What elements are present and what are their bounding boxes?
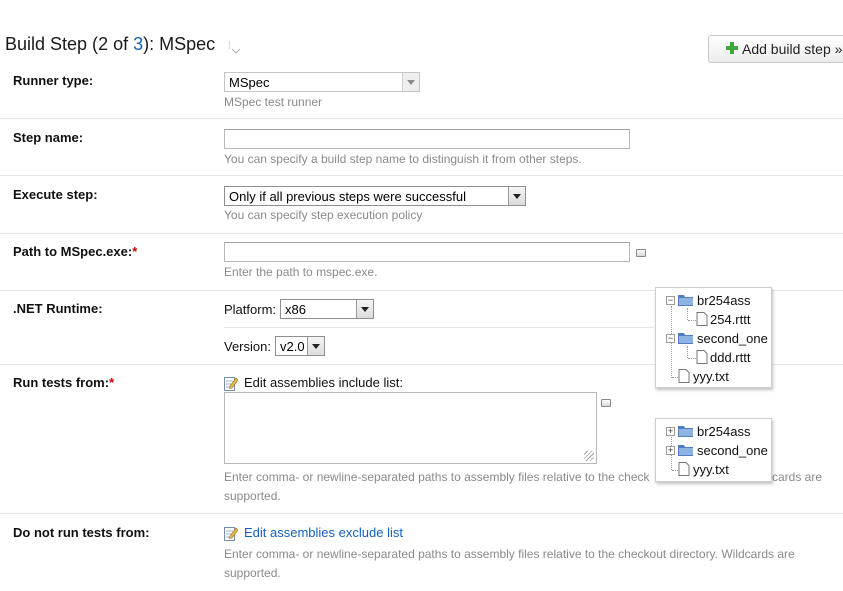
collapse-toggle-icon[interactable]: − xyxy=(666,296,675,305)
run-tests-from-label: Run tests from:* xyxy=(13,375,114,390)
expand-toggle-icon[interactable]: + xyxy=(666,427,675,436)
folder-icon xyxy=(678,426,693,437)
execute-step-select[interactable]: Only if all previous steps were successf… xyxy=(224,186,526,206)
tree-item-label: yyy.txt xyxy=(693,462,729,477)
step-current: 2 xyxy=(98,34,109,54)
run-tests-from-label-text: Run tests from: xyxy=(13,375,110,390)
chevron-down-icon xyxy=(402,73,419,91)
tree-item-label: second_one xyxy=(697,331,768,346)
expand-toggle-icon[interactable]: + xyxy=(666,446,675,455)
tree-file-254-rttt[interactable]: 254.rttt xyxy=(656,311,771,329)
title-suffix: ): MSpec xyxy=(143,34,216,54)
tree-folder-second-one[interactable]: − second_one xyxy=(656,330,771,348)
platform-select[interactable]: x86 xyxy=(280,299,374,319)
net-runtime-label: .NET Runtime: xyxy=(13,301,103,316)
divider xyxy=(224,327,654,328)
platform-label: Platform: xyxy=(224,302,277,317)
add-build-step-button[interactable]: Add build step » xyxy=(708,35,843,63)
run-tests-hint-line1: Enter comma- or newline-separated paths … xyxy=(224,468,822,487)
runner-type-label: Runner type: xyxy=(13,73,94,88)
version-value: v2.0 xyxy=(280,339,305,354)
execute-step-hint: You can specify step execution policy xyxy=(224,208,423,222)
step-name-input[interactable] xyxy=(224,129,630,149)
runner-type-hint: MSpec test runner xyxy=(224,95,323,109)
mspec-path-label-text: Path to MSpec.exe: xyxy=(13,244,133,259)
divider xyxy=(0,513,843,514)
do-not-run-label: Do not run tests from: xyxy=(13,525,150,540)
execute-step-label: Execute step: xyxy=(13,187,98,202)
divider xyxy=(0,175,843,176)
file-icon xyxy=(696,350,708,364)
title-prefix: Build Step ( xyxy=(5,34,99,54)
edit-exclude-list-link[interactable]: Edit assemblies exclude list xyxy=(224,525,403,541)
edit-document-icon xyxy=(224,377,238,391)
title-of: of xyxy=(108,34,134,54)
chevron-down-icon xyxy=(307,337,324,355)
plus-icon xyxy=(726,42,738,54)
resize-grip-icon[interactable] xyxy=(584,451,594,461)
run-tests-hint-text: Enter comma- or newline-separated paths … xyxy=(224,470,650,484)
platform-value: x86 xyxy=(285,302,306,317)
chevron-down-icon xyxy=(508,187,525,205)
include-assemblies-textarea[interactable] xyxy=(224,392,597,464)
edit-document-icon xyxy=(224,527,238,541)
tree-item-label: second_one xyxy=(697,443,768,458)
add-build-step-label: Add build step » xyxy=(742,41,843,57)
file-tree-popup-expanded: − br254ass 254.rttt − second_one ddd.rtt… xyxy=(655,287,772,388)
version-select[interactable]: v2.0 xyxy=(275,336,325,356)
tree-item-label: yyy.txt xyxy=(693,369,729,384)
mspec-path-label: Path to MSpec.exe:* xyxy=(13,244,137,259)
title-dropdown-icon[interactable] xyxy=(229,41,241,54)
tree-item-label: 254.rttt xyxy=(710,312,751,327)
tree-folder-second-one[interactable]: + second_one xyxy=(656,442,771,460)
required-mark: * xyxy=(132,244,138,259)
folder-icon xyxy=(678,445,693,456)
step-total-link[interactable]: 3 xyxy=(133,34,143,54)
folder-open-icon xyxy=(678,333,693,344)
runner-type-value: MSpec xyxy=(229,75,270,90)
runner-type-select[interactable]: MSpec xyxy=(224,72,420,92)
tree-folder-br254ass[interactable]: − br254ass xyxy=(656,292,771,310)
page-title: Build Step (2 of 3): MSpec xyxy=(5,34,215,55)
divider xyxy=(0,233,843,234)
edit-include-list-link[interactable]: Edit assemblies include list: xyxy=(224,375,403,391)
tree-folder-br254ass[interactable]: + br254ass xyxy=(656,423,771,441)
run-tests-hint-line2: supported. xyxy=(224,489,281,503)
tree-item-label: br254ass xyxy=(697,424,751,439)
version-label: Version: xyxy=(224,339,271,354)
edit-include-list-text: Edit assemblies include list: xyxy=(244,375,403,390)
tree-item-label: br254ass xyxy=(697,293,751,308)
file-tree-popup-collapsed: + br254ass + second_one yyy.txt xyxy=(655,418,772,482)
do-not-run-hint-line2: supported. xyxy=(224,566,281,580)
mspec-path-hint: Enter the path to mspec.exe. xyxy=(224,265,378,279)
step-name-hint: You can specify a build step name to dis… xyxy=(224,152,582,166)
file-icon xyxy=(678,369,690,383)
run-tests-hint-tail: cards are xyxy=(772,470,823,484)
tree-file-yyy-txt[interactable]: yyy.txt xyxy=(656,461,771,479)
tree-file-yyy-txt[interactable]: yyy.txt xyxy=(656,368,771,386)
edit-exclude-list-text: Edit assemblies exclude list xyxy=(244,525,403,540)
execute-step-value: Only if all previous steps were successf… xyxy=(229,189,466,204)
required-mark: * xyxy=(109,375,115,390)
divider xyxy=(0,118,843,119)
tree-file-ddd-rttt[interactable]: ddd.rttt xyxy=(656,349,771,367)
tree-item-label: ddd.rttt xyxy=(710,350,751,365)
chevron-down-icon xyxy=(356,300,373,318)
browse-icon[interactable] xyxy=(601,399,611,407)
do-not-run-hint-line1: Enter comma- or newline-separated paths … xyxy=(224,547,795,561)
step-name-label: Step name: xyxy=(13,130,84,145)
mspec-path-input[interactable] xyxy=(224,242,630,262)
folder-open-icon xyxy=(678,295,693,306)
browse-icon[interactable] xyxy=(636,249,646,257)
file-icon xyxy=(696,312,708,326)
collapse-toggle-icon[interactable]: − xyxy=(666,334,675,343)
file-icon xyxy=(678,462,690,476)
